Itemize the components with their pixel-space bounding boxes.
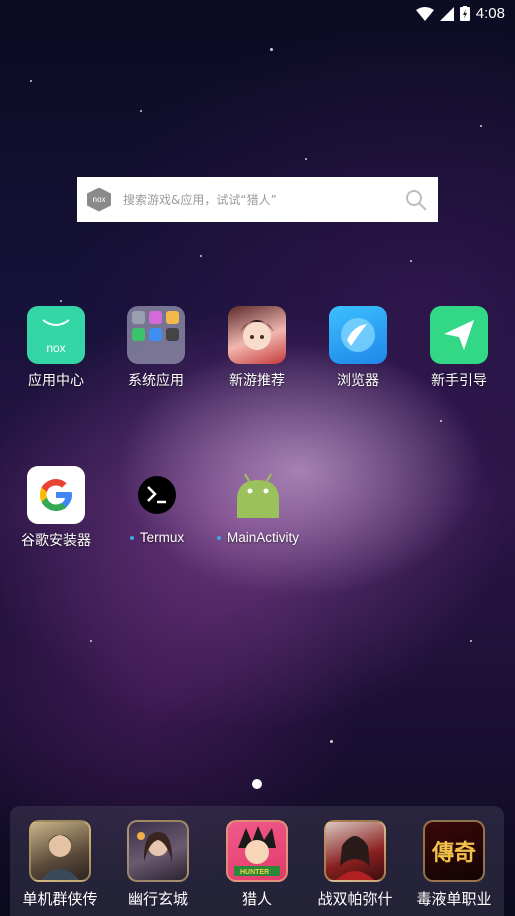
app-label: Termux (139, 530, 185, 545)
chuanqi-logo-text: 傳奇 (431, 840, 476, 866)
google-installer-app[interactable]: 谷歌安装器 (6, 466, 106, 550)
app-center[interactable]: nox 应用中心 (6, 306, 106, 390)
dock-label: 毒液单职业 (416, 890, 492, 908)
search-input[interactable]: 搜索游戏&应用，试试“猎人” (123, 191, 404, 208)
dock-app-3[interactable]: 战双帕弥什 (305, 820, 405, 909)
app-label: 新手引导 (431, 373, 487, 389)
game-punishing-icon (324, 820, 386, 882)
new-app-dot (129, 535, 134, 540)
dock-label: 幽行玄城 (127, 890, 188, 908)
browser-app[interactable]: 浏览器 (308, 306, 408, 390)
guide-icon (430, 306, 488, 364)
app-label: 应用中心 (28, 373, 84, 389)
app-label: MainActivity (226, 530, 299, 545)
new-app-dot (216, 535, 221, 540)
app-label: 新游推荐 (229, 373, 285, 389)
dock-label: 猎人 (241, 890, 272, 908)
app-label: 浏览器 (337, 373, 379, 389)
page-indicator (252, 779, 262, 789)
app-label: 系统应用 (128, 373, 184, 389)
system-apps-folder-icon (127, 306, 185, 364)
dock-app-2[interactable]: HUNTER 猎人 (207, 820, 307, 909)
new-games-app[interactable]: 新游推荐 (207, 306, 307, 390)
game-hero-icon (29, 820, 91, 882)
termux-icon (128, 466, 186, 524)
dock-label: 单机群侠传 (22, 890, 98, 908)
main-activity-app[interactable]: MainActivity (208, 466, 308, 545)
game-hunter-icon: HUNTER (226, 820, 288, 882)
hunter-logo-text: HUNTER (240, 869, 269, 876)
browser-icon (329, 306, 387, 364)
dock-app-4[interactable]: 傳奇 毒液单职业 (404, 820, 504, 909)
system-apps-folder[interactable]: 系统应用 (106, 306, 206, 390)
termux-label: Termux (129, 530, 185, 545)
new-games-icon (228, 306, 286, 364)
android-icon (229, 466, 287, 524)
cell-signal-icon (439, 6, 454, 21)
guide-app[interactable]: 新手引导 (409, 306, 509, 390)
nox-app-center-icon: nox (27, 306, 85, 364)
svg-text:nox: nox (46, 341, 65, 355)
wifi-icon (415, 6, 434, 21)
game-chuanqi-icon: 傳奇 (423, 820, 485, 882)
termux-app[interactable]: Termux (107, 466, 207, 545)
game-girl-icon (127, 820, 189, 882)
dock-app-0[interactable]: 单机群侠传 (10, 820, 110, 909)
status-time: 4:08 (475, 5, 505, 22)
google-icon (27, 466, 85, 524)
search-icon[interactable] (404, 188, 428, 212)
search-widget[interactable]: nox 搜索游戏&应用，试试“猎人” (77, 177, 438, 222)
battery-charging-icon (459, 6, 470, 21)
dock: 单机群侠传 幽行玄城 HUNTER 猎人 战双帕弥什 傳奇 毒液单职业 (10, 806, 504, 916)
nox-logo-icon: nox (87, 187, 111, 212)
dock-label: 战双帕弥什 (317, 890, 393, 908)
dock-app-1[interactable]: 幽行玄城 (108, 820, 208, 909)
main-activity-label: MainActivity (216, 530, 299, 545)
app-label: 谷歌安装器 (21, 533, 91, 549)
status-bar: 4:08 (0, 0, 515, 30)
